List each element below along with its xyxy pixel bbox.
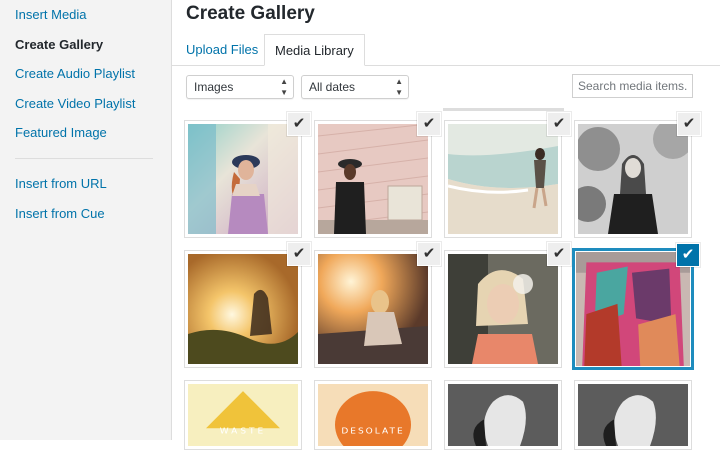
menu-insert-media[interactable]: Insert Media	[15, 7, 87, 22]
media-item-beach-walk[interactable]: ✔	[444, 112, 571, 238]
media-modal-sidebar: Insert Media Create Gallery Create Audio…	[0, 0, 172, 440]
check-icon[interactable]: ✔	[417, 112, 441, 136]
media-item-girl-dandelion[interactable]: ✔	[444, 242, 571, 368]
menu-insert-from-cue[interactable]: Insert from Cue	[15, 206, 105, 221]
up-down-chevron-icon: ▲ ▼	[280, 77, 288, 97]
desolate-album-art: DESOLATE	[318, 384, 428, 446]
girl-graffiti-photo	[188, 124, 298, 234]
check-icon[interactable]: ✔	[287, 112, 311, 136]
profile-bw-photo-1	[448, 384, 558, 446]
media-type-select-value: Images	[194, 80, 234, 94]
menu-create-gallery[interactable]: Create Gallery	[15, 37, 103, 52]
search-media-input[interactable]	[572, 74, 693, 98]
menu-create-video-playlist[interactable]: Create Video Playlist	[15, 96, 135, 111]
girl-dandelion-photo	[448, 254, 558, 364]
girl-black-white-photo	[578, 124, 688, 234]
beach-walk-photo	[448, 124, 558, 234]
menu-featured-image[interactable]: Featured Image	[15, 125, 107, 140]
tab-media-library[interactable]: Media Library	[264, 34, 365, 66]
waste-album-art: WASTE	[188, 384, 298, 446]
up-down-chevron-icon: ▲ ▼	[395, 77, 403, 97]
tabs-divider	[172, 65, 720, 66]
check-icon[interactable]: ✔	[676, 243, 700, 267]
date-filter-select[interactable]: All dates ▲ ▼	[301, 75, 409, 99]
check-icon[interactable]: ✔	[287, 242, 311, 266]
sunset-field-photo	[188, 254, 298, 364]
check-icon[interactable]: ✔	[677, 112, 701, 136]
page-title: Create Gallery	[186, 3, 315, 24]
check-icon[interactable]: ✔	[547, 112, 571, 136]
colorful-scarf-photo	[576, 252, 690, 366]
check-icon[interactable]: ✔	[547, 242, 571, 266]
waste-album-text: WASTE	[220, 427, 266, 436]
media-item-girl-graffiti[interactable]: ✔	[184, 112, 311, 238]
profile-bw-photo-2	[578, 384, 688, 446]
tab-upload-files[interactable]: Upload Files	[186, 34, 258, 65]
girl-sitting-sunset-photo	[318, 254, 428, 364]
media-item-girl-black-white[interactable]: ✔	[574, 112, 701, 238]
menu-separator	[15, 158, 153, 159]
media-item-girl-sitting-sunset[interactable]: ✔	[314, 242, 441, 368]
menu-create-audio-playlist[interactable]: Create Audio Playlist	[15, 66, 135, 81]
media-item-colorful-scarf[interactable]: ✔	[572, 243, 700, 370]
check-icon[interactable]: ✔	[417, 242, 441, 266]
date-filter-select-value: All dates	[309, 80, 356, 94]
desolate-album-text: DESOLATE	[341, 427, 404, 436]
toolbar-shadow	[443, 108, 564, 111]
media-item-sunset-field[interactable]: ✔	[184, 242, 311, 368]
media-item-girl-brick-wall[interactable]: ✔	[314, 112, 441, 238]
menu-insert-from-url[interactable]: Insert from URL	[15, 176, 107, 191]
media-type-select[interactable]: Images ▲ ▼	[186, 75, 294, 99]
girl-brick-wall-photo	[318, 124, 428, 234]
